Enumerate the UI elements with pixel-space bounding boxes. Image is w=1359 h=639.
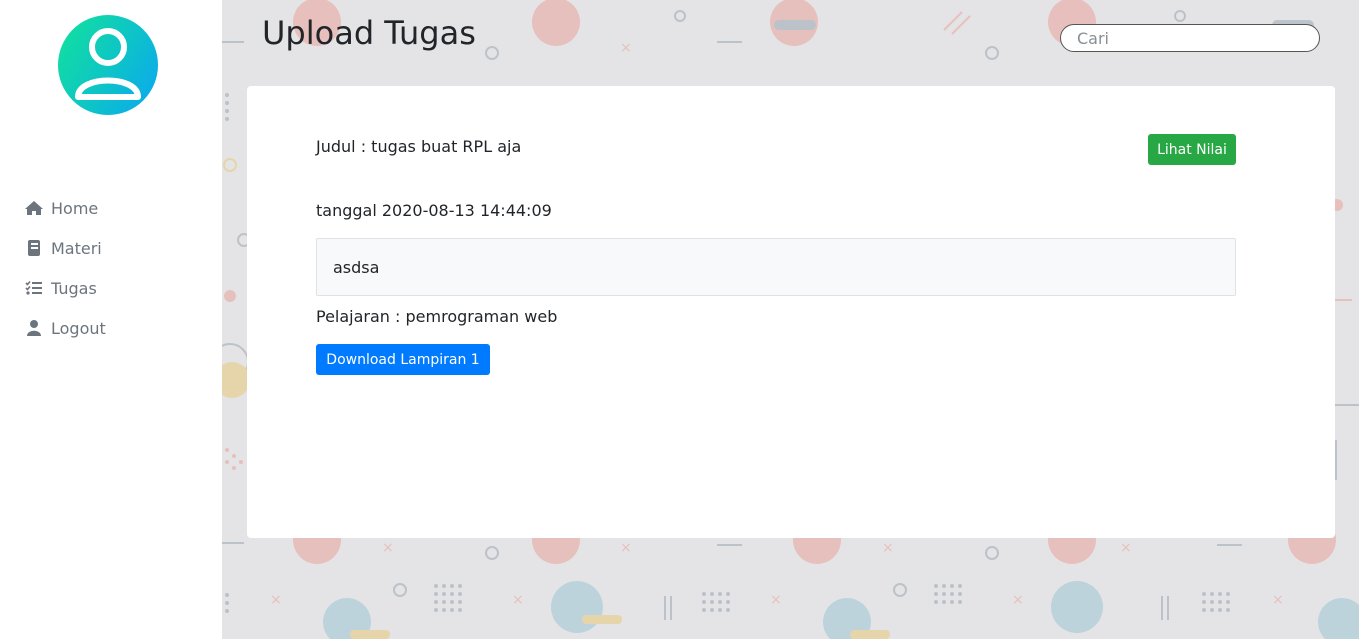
sidebar-item-home[interactable]: Home xyxy=(24,188,106,228)
task-subject: Pelajaran : pemrograman web xyxy=(316,307,558,326)
sidebar-item-label: Home xyxy=(51,198,99,218)
svg-text:×: × xyxy=(382,540,394,556)
home-icon xyxy=(24,198,44,218)
task-card: Judul : tugas buat RPL aja Lihat Nilai t… xyxy=(247,86,1335,538)
lihat-nilai-button[interactable]: Lihat Nilai xyxy=(1148,134,1236,165)
book-icon xyxy=(24,238,44,258)
svg-text:×: × xyxy=(620,40,632,56)
svg-text:×: × xyxy=(882,540,894,556)
page-title: Upload Tugas xyxy=(262,14,476,52)
svg-text:×: × xyxy=(512,592,524,608)
svg-text:×: × xyxy=(620,540,632,556)
sidebar-nav: Home Materi Tugas Logout xyxy=(24,188,106,348)
tasks-icon xyxy=(24,278,44,298)
task-description-box: asdsa xyxy=(316,238,1236,296)
svg-text:×: × xyxy=(1272,592,1284,608)
task-title: Judul : tugas buat RPL aja xyxy=(316,137,522,156)
sidebar-item-materi[interactable]: Materi xyxy=(24,228,106,268)
user-icon xyxy=(24,318,44,338)
sidebar-item-label: Materi xyxy=(51,238,102,258)
task-description: asdsa xyxy=(333,258,380,277)
task-date: tanggal 2020-08-13 14:44:09 xyxy=(316,201,552,220)
sidebar-item-label: Tugas xyxy=(51,278,97,298)
sidebar-item-logout[interactable]: Logout xyxy=(24,308,106,348)
svg-text:×: × xyxy=(1012,592,1024,608)
avatar xyxy=(58,15,158,115)
sidebar-item-tugas[interactable]: Tugas xyxy=(24,268,106,308)
sidebar-item-label: Logout xyxy=(51,318,106,338)
svg-text:×: × xyxy=(1120,540,1132,556)
download-attachment-button[interactable]: Download Lampiran 1 xyxy=(316,344,490,375)
svg-text:×: × xyxy=(270,592,282,608)
sidebar: Home Materi Tugas Logout xyxy=(0,0,222,639)
user-avatar-icon xyxy=(75,28,141,100)
search-input[interactable] xyxy=(1060,24,1320,52)
svg-text:×: × xyxy=(770,592,782,608)
